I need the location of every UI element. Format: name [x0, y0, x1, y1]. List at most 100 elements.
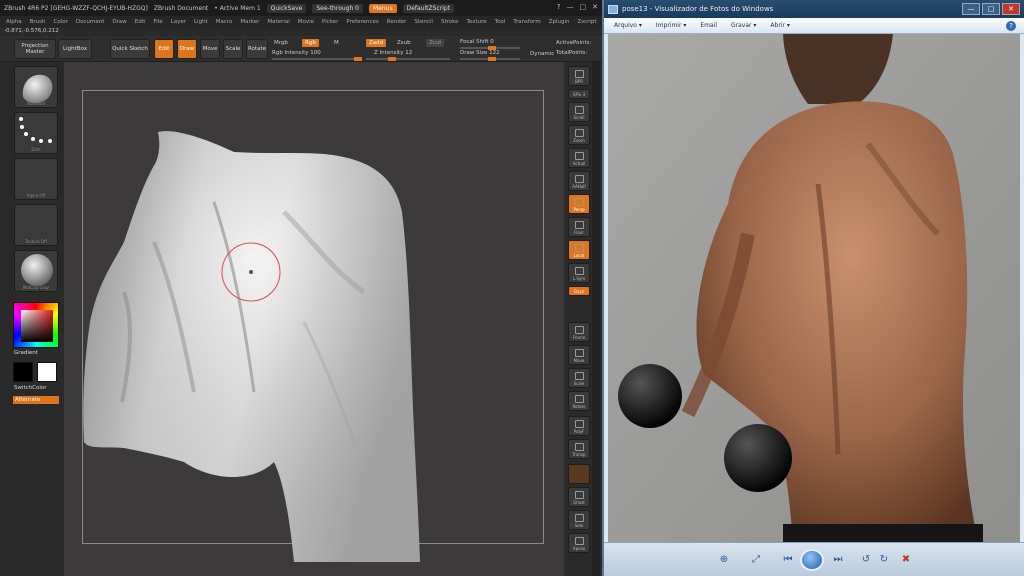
document-label[interactable]: ZBrush Document: [154, 5, 208, 12]
previous-icon[interactable]: ⏮: [780, 553, 796, 567]
minimize-icon[interactable]: —: [567, 3, 574, 11]
menu-tool[interactable]: Tool: [495, 19, 506, 25]
menu-material[interactable]: Material: [267, 19, 289, 25]
quicksave-button[interactable]: QuickSave: [266, 3, 307, 13]
menu-gravar[interactable]: Gravar ▾: [731, 22, 756, 29]
sculpted-back-model[interactable]: [83, 131, 420, 562]
menu-transform[interactable]: Transform: [513, 19, 540, 25]
edit-button[interactable]: Edit: [154, 39, 174, 59]
material-thumbnail[interactable]: MatCap Gray: [14, 250, 58, 292]
zcut-toggle[interactable]: Zcut: [426, 39, 445, 47]
menu-document[interactable]: Document: [76, 19, 105, 25]
aahalf-button[interactable]: AAHalf: [568, 171, 590, 191]
dynamic-toggle[interactable]: Dynamic: [530, 51, 554, 57]
actual-button[interactable]: Actual: [568, 148, 590, 168]
menu-email[interactable]: Email: [700, 22, 717, 29]
next-icon[interactable]: ⏭: [830, 553, 846, 567]
minimize-icon[interactable]: —: [962, 3, 980, 15]
zsub-toggle[interactable]: Zsub: [397, 40, 411, 46]
menu-alpha[interactable]: Alpha: [6, 19, 22, 25]
move-view-button[interactable]: Move: [568, 345, 590, 365]
transp-button[interactable]: Transp: [568, 439, 590, 459]
menu-texture[interactable]: Texture: [467, 19, 487, 25]
alpha-thumbnail[interactable]: Alpha Off: [14, 158, 58, 200]
switch-color-button[interactable]: SwitchColor: [14, 385, 47, 391]
menu-arquivo[interactable]: Arquivo ▾: [614, 22, 642, 29]
menu-layer[interactable]: Layer: [171, 19, 186, 25]
play-slideshow-icon[interactable]: [800, 549, 824, 571]
menus-toggle[interactable]: Menus: [369, 3, 397, 13]
local-button[interactable]: Local: [568, 240, 590, 260]
spix-slider[interactable]: SPix 3: [568, 89, 590, 99]
layer-color-button[interactable]: [568, 464, 590, 484]
ghost-button[interactable]: Ghost: [568, 487, 590, 507]
saturation-square[interactable]: [21, 310, 53, 342]
color-picker[interactable]: [13, 302, 59, 348]
close-icon[interactable]: ✕: [1002, 3, 1020, 15]
brush-thumbnail[interactable]: Standard: [14, 66, 58, 108]
menu-movie[interactable]: Movie: [298, 19, 314, 25]
secondary-color-swatch[interactable]: [37, 362, 57, 382]
solo-button[interactable]: Solo: [568, 510, 590, 530]
main-color-swatch[interactable]: [13, 362, 33, 382]
rotate-right-icon[interactable]: ↻: [876, 553, 892, 567]
menu-render[interactable]: Render: [387, 19, 407, 25]
menu-preferences[interactable]: Preferences: [346, 19, 378, 25]
lightbox-button[interactable]: LightBox: [58, 39, 92, 59]
menu-imprimir[interactable]: Imprimir ▾: [656, 22, 686, 29]
rgb-toggle[interactable]: Rgb: [302, 39, 319, 47]
menu-zplugin[interactable]: Zplugin: [549, 19, 570, 25]
scale-button[interactable]: Scale: [223, 39, 243, 59]
persp-button[interactable]: Persp: [568, 194, 590, 214]
rotate-left-icon[interactable]: ↺: [858, 553, 874, 567]
menu-macro[interactable]: Macro: [216, 19, 233, 25]
mrgb-toggle[interactable]: Mrgb: [274, 40, 288, 46]
menu-file[interactable]: File: [153, 19, 162, 25]
alternate-button[interactable]: Alternate: [13, 396, 59, 404]
delete-icon[interactable]: ✖: [898, 553, 914, 567]
scale-view-button[interactable]: Scale: [568, 368, 590, 388]
gradient-toggle[interactable]: Gradient: [14, 350, 38, 356]
right-tray-scrollbar[interactable]: [592, 62, 600, 576]
menu-edit[interactable]: Edit: [135, 19, 146, 25]
polyf-button[interactable]: PolyF: [568, 416, 590, 436]
default-zscript-button[interactable]: DefaultZScript: [402, 3, 455, 13]
menu-color[interactable]: Color: [54, 19, 68, 25]
fit-icon[interactable]: ⤢: [748, 553, 764, 567]
close-icon[interactable]: ✕: [592, 3, 598, 11]
menu-picker[interactable]: Picker: [322, 19, 338, 25]
maximize-icon[interactable]: □: [982, 3, 1000, 15]
menu-draw[interactable]: Draw: [112, 19, 126, 25]
rotate-view-button[interactable]: Rotate: [568, 391, 590, 411]
menu-zscript[interactable]: Zscript: [577, 19, 596, 25]
zoom-icon[interactable]: ⊕: [716, 553, 732, 567]
maximize-icon[interactable]: □: [580, 3, 587, 11]
zadd-toggle[interactable]: Zadd: [366, 39, 387, 47]
focal-shift-slider[interactable]: [460, 46, 520, 50]
stroke-thumbnail[interactable]: Dots: [14, 112, 58, 154]
move-button[interactable]: Move: [200, 39, 220, 59]
see-through-slider[interactable]: See-through 0: [312, 3, 363, 13]
frame-button[interactable]: Frame: [568, 322, 590, 342]
scroll-button[interactable]: Scroll: [568, 102, 590, 122]
bpr-button[interactable]: BPR: [568, 66, 590, 86]
texture-thumbnail[interactable]: Texture Off: [14, 204, 58, 246]
lsym-button[interactable]: L.Sym: [568, 263, 590, 283]
rotate-button[interactable]: Rotate: [246, 39, 268, 59]
quick-sketch-button[interactable]: Quick Sketch: [110, 39, 150, 59]
sculpt-viewport[interactable]: [64, 62, 564, 576]
menu-stencil[interactable]: Stencil: [414, 19, 433, 25]
floor-button[interactable]: Floor: [568, 217, 590, 237]
projection-master-button[interactable]: Projection Master: [14, 39, 56, 59]
menu-abrir[interactable]: Abrir ▾: [770, 22, 789, 29]
menu-stroke[interactable]: Stroke: [441, 19, 459, 25]
menu-light[interactable]: Light: [194, 19, 208, 25]
menu-brush[interactable]: Brush: [30, 19, 46, 25]
m-toggle[interactable]: M: [334, 40, 339, 46]
draw-button[interactable]: Draw: [177, 39, 197, 59]
z-intensity-slider[interactable]: [366, 57, 450, 61]
zoom-button[interactable]: Zoom: [568, 125, 590, 145]
gxyz-button[interactable]: Gxyz: [568, 286, 590, 296]
rgb-intensity-slider[interactable]: [272, 57, 362, 61]
help-icon[interactable]: ?: [1006, 21, 1016, 31]
